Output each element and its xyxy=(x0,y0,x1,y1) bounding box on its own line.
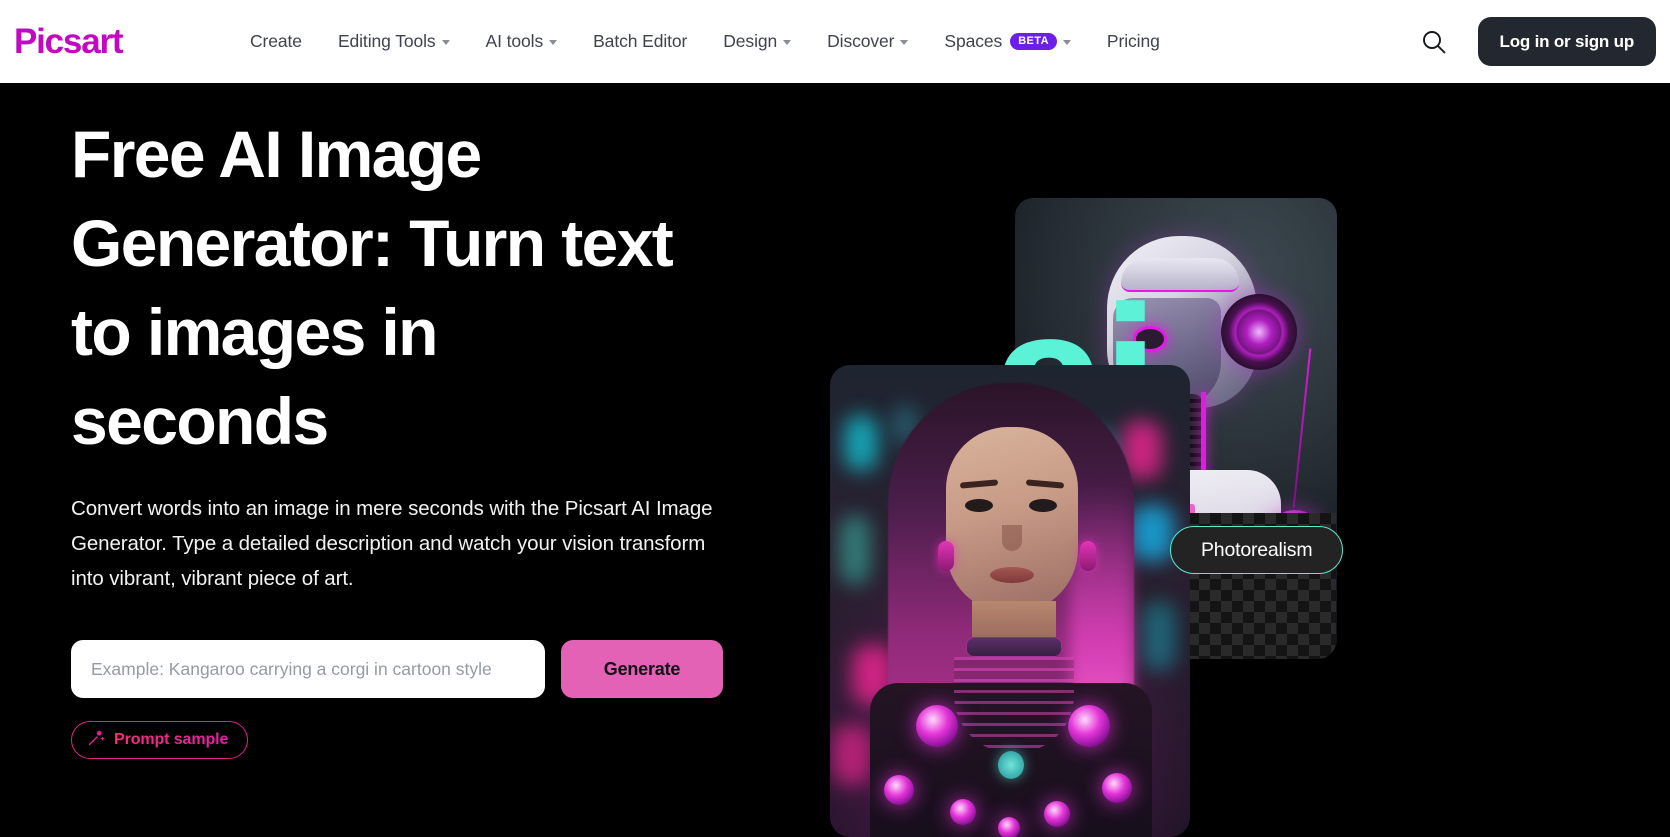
chevron-down-icon xyxy=(549,40,558,45)
nav-item-label: Batch Editor xyxy=(593,31,688,51)
chevron-down-icon xyxy=(900,40,909,45)
neon-orb-shape xyxy=(884,775,914,805)
generate-button[interactable]: Generate xyxy=(561,640,723,698)
neon-orb-shape xyxy=(998,817,1020,837)
nav-item-label: Create xyxy=(250,31,302,51)
neon-orb-shape xyxy=(1102,773,1132,803)
woman-gem-shape xyxy=(998,751,1024,779)
chevron-down-icon xyxy=(1062,40,1071,45)
nav-item-pricing[interactable]: Pricing xyxy=(1089,0,1178,83)
nav-item-label: Discover xyxy=(827,31,895,51)
beta-badge: BETA xyxy=(1010,33,1057,50)
prompt-sample-label: Prompt sample xyxy=(114,731,229,748)
nav-item-design[interactable]: Design xyxy=(705,0,809,83)
nav-item-label: Pricing xyxy=(1106,31,1160,51)
neon-orb-shape xyxy=(1068,705,1110,747)
bokeh-light-shape xyxy=(1130,505,1174,561)
woman-eye-shape xyxy=(1029,499,1057,512)
nav-item-create[interactable]: Create xyxy=(232,0,320,83)
neon-orb-shape xyxy=(950,799,976,825)
nav-item-label: Spaces xyxy=(944,31,1003,51)
logo-text: Picsart xyxy=(14,21,124,61)
prompt-input[interactable] xyxy=(71,640,545,698)
robot-headphone-inner-shape xyxy=(1237,310,1281,354)
nav-item-label: AI tools xyxy=(485,31,544,51)
chevron-down-icon xyxy=(783,40,792,45)
nav-item-discover[interactable]: Discover xyxy=(809,0,926,83)
nav-item-label: Design xyxy=(723,31,778,51)
hero-copy-block: Free AI Image Generator: Turn text to im… xyxy=(71,110,771,759)
neon-orb-shape xyxy=(916,705,958,747)
prompt-row: Generate xyxy=(71,640,771,698)
nav-item-editing-tools[interactable]: Editing Tools xyxy=(320,0,468,83)
neon-orb-shape xyxy=(1044,801,1070,827)
woman-face-shape xyxy=(946,427,1078,613)
site-header: Picsart Create Editing Tools AI tools Ba… xyxy=(0,0,1670,83)
woman-earring-shape xyxy=(938,541,954,571)
nav-item-ai-tools[interactable]: AI tools xyxy=(468,0,576,83)
woman-eye-shape xyxy=(965,499,993,512)
chevron-down-icon xyxy=(441,40,450,45)
nav-item-label: Editing Tools xyxy=(337,31,436,51)
woman-image-card xyxy=(830,365,1190,837)
hero-artwork: ai xyxy=(820,83,1670,837)
bokeh-light-shape xyxy=(832,725,872,785)
main-navigation: Create Editing Tools AI tools Batch Edit… xyxy=(232,0,1178,83)
page-title: Free AI Image Generator: Turn text to im… xyxy=(71,117,674,458)
woman-choker-shape xyxy=(966,637,1062,657)
woman-lips-shape xyxy=(990,567,1034,583)
hero-description: Convert words into an image in mere seco… xyxy=(71,497,713,590)
hero-section: Free AI Image Generator: Turn text to im… xyxy=(0,83,1670,837)
nav-item-spaces[interactable]: Spaces BETA xyxy=(926,0,1089,83)
woman-nose-shape xyxy=(1002,525,1022,551)
bokeh-light-shape xyxy=(840,515,870,585)
picsart-logo[interactable]: Picsart xyxy=(14,21,124,61)
bokeh-light-shape xyxy=(1142,601,1176,671)
bokeh-light-shape xyxy=(844,415,878,471)
search-icon[interactable] xyxy=(1416,24,1452,60)
page-root: Picsart Create Editing Tools AI tools Ba… xyxy=(0,0,1670,837)
nav-item-batch-editor[interactable]: Batch Editor xyxy=(575,0,705,83)
woman-earring-shape xyxy=(1080,541,1096,571)
robot-cable-shape xyxy=(1292,348,1312,508)
photorealism-badge[interactable]: Photorealism xyxy=(1170,526,1344,574)
login-signup-button[interactable]: Log in or sign up xyxy=(1477,17,1656,66)
prompt-sample-button[interactable]: Prompt sample xyxy=(71,721,249,759)
magic-wand-icon xyxy=(87,729,105,752)
